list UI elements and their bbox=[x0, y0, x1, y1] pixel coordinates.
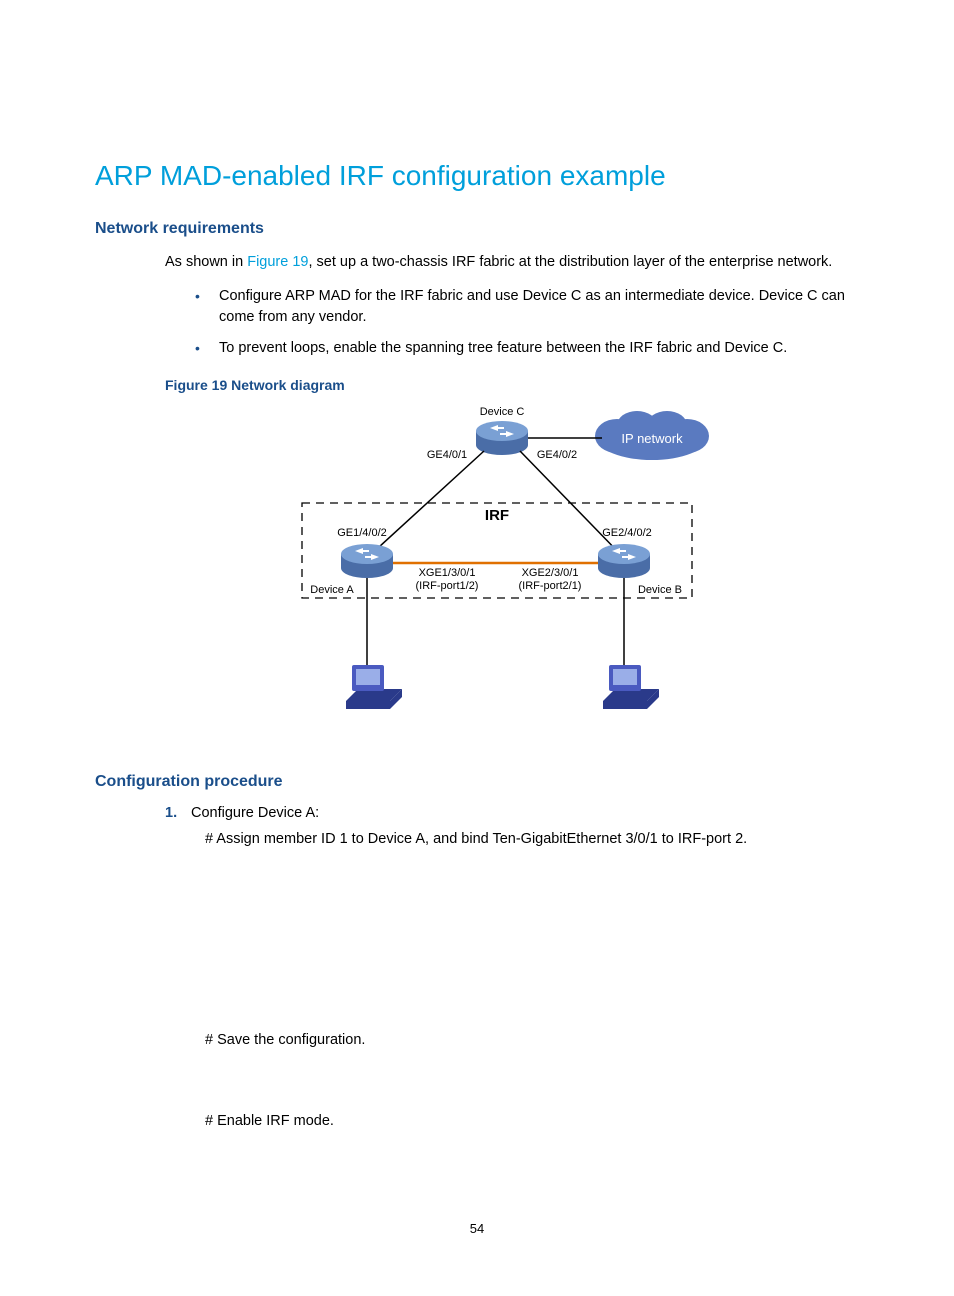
intro-suffix: , set up a two-chassis IRF fabric at the… bbox=[308, 254, 832, 270]
intro-paragraph: As shown in Figure 19, set up a two-chas… bbox=[165, 252, 859, 272]
intro-prefix: As shown in bbox=[165, 254, 247, 270]
xge2301-label: XGE2/3/0/1 bbox=[522, 567, 579, 579]
page-title: ARP MAD-enabled IRF configuration exampl… bbox=[95, 160, 859, 192]
device-a-label: Device A bbox=[310, 584, 354, 596]
irfport12-label: (IRF-port1/2) bbox=[416, 580, 479, 592]
section-configuration-procedure: Configuration procedure bbox=[95, 773, 859, 791]
network-diagram: IP network Device C GE4/0/1 GE4/0/2 IRF … bbox=[165, 403, 859, 733]
device-c-label: Device C bbox=[480, 406, 525, 418]
ge2402-label: GE2/4/0/2 bbox=[602, 527, 652, 539]
xge1301-label: XGE1/3/0/1 bbox=[419, 567, 476, 579]
pc-right-icon bbox=[603, 665, 659, 709]
irf-label: IRF bbox=[485, 507, 509, 524]
step-label: Configure Device A: bbox=[191, 805, 319, 821]
device-b-label: Device B bbox=[638, 584, 682, 596]
figure-caption: Figure 19 Network diagram bbox=[165, 377, 859, 393]
device-b-router-icon bbox=[598, 544, 650, 578]
list-item: To prevent loops, enable the spanning tr… bbox=[195, 338, 859, 359]
list-item: Configure ARP MAD for the IRF fabric and… bbox=[195, 286, 859, 328]
ge1402-label: GE1/4/0/2 bbox=[337, 527, 387, 539]
section-network-requirements: Network requirements bbox=[95, 220, 859, 238]
step-number: 1. bbox=[165, 805, 191, 821]
device-c-router-icon bbox=[476, 421, 528, 455]
irfport21-label: (IRF-port2/1) bbox=[519, 580, 582, 592]
step-note: # Enable IRF mode. bbox=[205, 1111, 859, 1132]
figure-link[interactable]: Figure 19 bbox=[247, 254, 308, 270]
step-note: # Save the configuration. bbox=[205, 1030, 859, 1051]
step-note: # Assign member ID 1 to Device A, and bi… bbox=[205, 829, 859, 850]
step-1: 1.Configure Device A: bbox=[165, 805, 859, 821]
ip-network-cloud: IP network bbox=[595, 411, 709, 460]
ge402-label: GE4/0/2 bbox=[537, 449, 577, 461]
page-number: 54 bbox=[0, 1221, 954, 1236]
ge401-label: GE4/0/1 bbox=[427, 449, 467, 461]
pc-left-icon bbox=[346, 665, 402, 709]
requirements-list: Configure ARP MAD for the IRF fabric and… bbox=[195, 286, 859, 359]
device-a-router-icon bbox=[341, 544, 393, 578]
svg-text:IP network: IP network bbox=[621, 431, 683, 446]
